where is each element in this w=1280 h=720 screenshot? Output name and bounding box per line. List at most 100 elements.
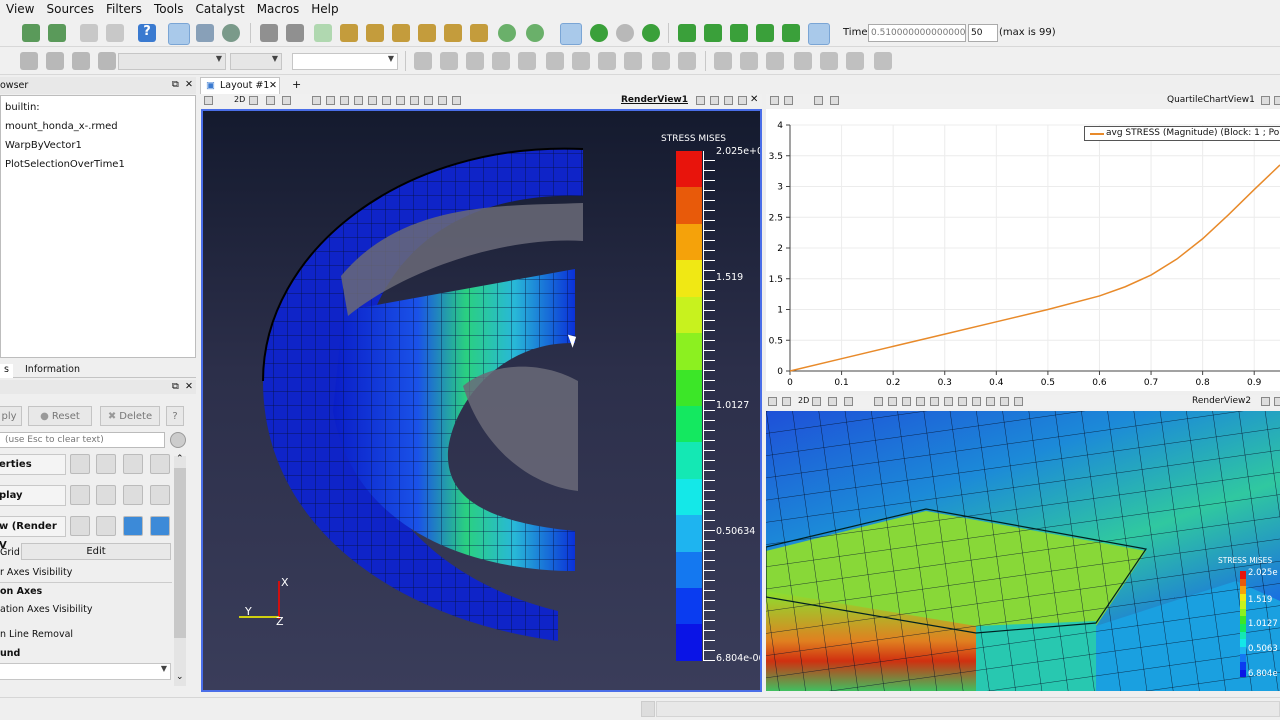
select-frustum-icon[interactable] [340,96,349,105]
first-frame-icon[interactable] [678,24,696,42]
select-cells-icon[interactable] [312,96,321,105]
grow-selection-icon[interactable] [986,397,995,406]
menu-sources[interactable]: Sources [40,0,99,19]
display-section[interactable]: play [0,485,66,506]
glyph-icon[interactable] [572,52,590,70]
camera-redo-icon[interactable] [616,24,634,42]
view-minus-z-icon[interactable] [470,24,488,42]
interactive-select-icon[interactable] [846,52,864,70]
select-polygon-icon[interactable] [354,96,363,105]
component-select[interactable]: ▼ [230,53,282,70]
last-frame-icon[interactable] [782,24,800,42]
pipeline-item-mount-honda[interactable]: mount_honda_x-.rmed [5,121,118,132]
split-vertical-icon[interactable] [1274,96,1280,105]
zoom-icon[interactable] [814,96,823,105]
paste-icon[interactable] [96,516,116,536]
search-input[interactable]: (use Esc to clear text) [0,432,165,448]
select-cells-icon[interactable] [874,397,883,406]
view-section[interactable]: w (Render V [0,516,66,551]
select-frustum-icon[interactable] [766,52,784,70]
split-vertical-icon[interactable] [710,96,719,105]
view-minus-y-icon[interactable] [418,24,436,42]
split-v-icon[interactable] [782,397,791,406]
previous-frame-icon[interactable] [704,24,722,42]
color-by-select[interactable]: ▼ [118,53,226,70]
split-horizontal-icon[interactable] [1261,397,1270,406]
find-data-icon[interactable] [222,24,240,42]
view1-title[interactable]: RenderView1 [621,95,688,105]
clip-icon[interactable] [466,52,484,70]
view-minus-x-icon[interactable] [366,24,384,42]
save-defaults-icon[interactable] [150,485,170,505]
view2-title[interactable]: RenderView2 [1192,396,1251,406]
shrink-selection-icon[interactable] [1000,397,1009,406]
rotate-plus90-icon[interactable] [498,24,516,42]
menu-tools[interactable]: Tools [148,0,190,19]
clear-selection-icon[interactable] [452,96,461,105]
threshold-icon[interactable] [518,52,536,70]
reload-icon[interactable] [123,485,143,505]
copy-icon[interactable] [70,516,90,536]
save-defaults-icon[interactable] [150,516,170,536]
redo-icon[interactable] [106,24,124,42]
split-horizontal-icon[interactable] [696,96,705,105]
copy-icon[interactable] [70,485,90,505]
calculator-icon[interactable] [414,52,432,70]
save-state-icon[interactable] [48,24,66,42]
link-camera-icon[interactable] [844,397,853,406]
pipeline-item-warp-by-vector[interactable]: WarpByVector1 [5,140,82,151]
add-layout-button[interactable]: + [292,78,301,91]
mode-2d-button[interactable]: 2D [798,396,809,405]
extract-subset-icon[interactable] [546,52,564,70]
camera-undo-icon[interactable] [590,24,608,42]
play-icon[interactable] [730,24,748,42]
custom-range-icon[interactable] [72,52,90,70]
zoom-box-icon[interactable] [314,24,332,42]
rescale-icon[interactable] [46,52,64,70]
hover-cells-icon[interactable] [972,397,981,406]
restore-icon[interactable] [738,96,747,105]
select-points-icon[interactable] [888,397,897,406]
refresh-icon[interactable] [642,24,660,42]
properties-scrollbar[interactable]: ⌃ ⌄ [174,454,186,686]
menu-filters[interactable]: Filters [100,0,148,19]
split-h-icon[interactable] [770,96,779,105]
select-polygon-icon[interactable] [794,52,812,70]
apply-button[interactable]: ply [0,406,22,426]
reload-icon[interactable] [123,516,143,536]
gear-icon[interactable] [170,432,186,448]
hover-points-icon[interactable] [958,397,967,406]
reset-camera-icon[interactable] [260,24,278,42]
pipeline-item-builtin[interactable]: builtin: [5,102,40,113]
contour-icon[interactable] [440,52,458,70]
connect-icon[interactable] [168,23,190,45]
select-cells-icon[interactable] [714,52,732,70]
delete-button[interactable]: ✖ Delete [100,406,160,426]
select-polygon-icon[interactable] [916,397,925,406]
split-vertical-icon[interactable] [1274,397,1280,406]
interaction-mode-icon[interactable] [560,23,582,45]
capture-icon[interactable] [784,96,793,105]
split-horizontal-icon[interactable] [1261,96,1270,105]
background-select[interactable]: ▼ [0,663,171,680]
time-value-field[interactable]: 0.51000000000000001 [868,24,966,42]
time-step-spinbox[interactable]: 50 [968,24,998,42]
save-defaults-icon[interactable] [150,454,170,474]
select-frustum-icon[interactable] [902,397,911,406]
chart-view-title[interactable]: QuartileChartView1 [1167,95,1255,105]
split-h-icon[interactable] [768,397,777,406]
clear-selection-icon[interactable] [874,52,892,70]
menu-catalyst[interactable]: Catalyst [190,0,251,19]
copy-icon[interactable] [70,454,90,474]
pipeline-item-plot-selection[interactable]: PlotSelectionOverTime1 [5,159,125,170]
undo-icon[interactable] [80,24,98,42]
stream-tracer-icon[interactable] [598,52,616,70]
select-block-icon[interactable] [368,96,377,105]
interactive-select-icon[interactable] [382,96,391,105]
link-camera-icon[interactable] [282,96,291,105]
zoom-data-icon[interactable] [286,24,304,42]
close-tab-icon[interactable]: ✕ [269,80,277,91]
reset-button[interactable]: ● Reset [28,406,92,426]
reload-icon[interactable] [123,454,143,474]
render-view-1[interactable]: X Y Z STRESS MISES 2.025e+00 1.519 1.012… [201,109,762,692]
